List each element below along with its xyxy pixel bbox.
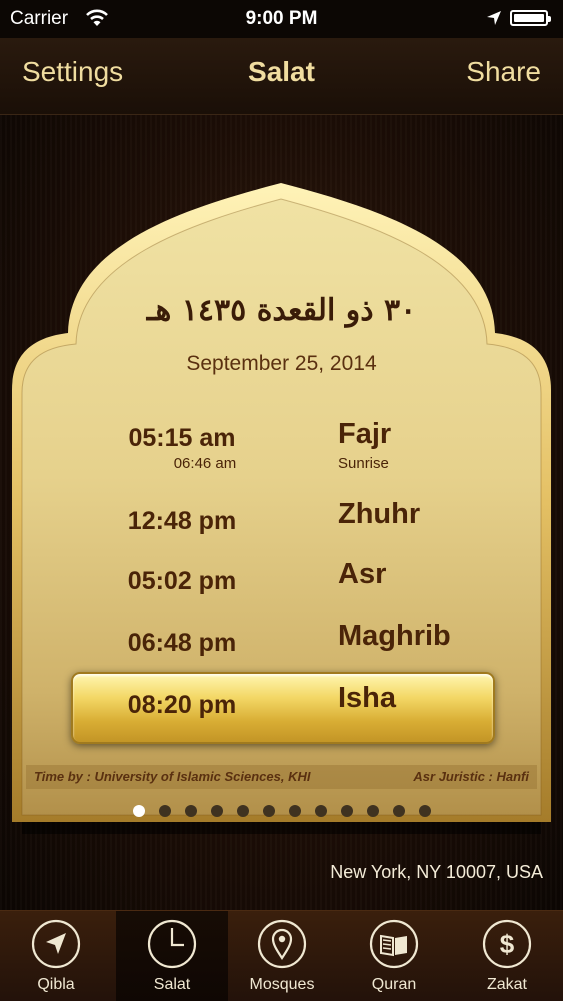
tab-label: Mosques xyxy=(249,976,315,993)
tab-mosques[interactable]: Mosques xyxy=(226,911,338,1001)
page-dot[interactable] xyxy=(418,804,431,817)
page-dot[interactable] xyxy=(158,804,171,817)
prayer-time: 08:20 pm xyxy=(127,691,237,719)
navigation-bar: Settings Salat Share xyxy=(0,38,563,115)
calculation-method: Time by : University of Islamic Sciences… xyxy=(34,769,311,784)
prayer-row-asr: 05:02 pm Asr xyxy=(0,558,563,618)
prayer-name: Fajr xyxy=(338,418,392,450)
prayer-times-content: ٣٠ ذو القعدة ١٤٣٥ هـ September 25, 2014 … xyxy=(0,115,563,910)
tab-salat[interactable]: Salat xyxy=(116,911,228,1001)
prayer-time: 06:48 pm xyxy=(127,629,237,657)
page-dot[interactable] xyxy=(236,804,249,817)
location-label: New York, NY 10007, USA xyxy=(330,862,543,882)
status-bar: Carrier 9:00 PM xyxy=(0,0,563,38)
page-dot[interactable] xyxy=(340,804,353,817)
prayer-row-fajr: 05:15 am Fajr 06:46 am Sunrise xyxy=(0,418,563,478)
sunrise-label: Sunrise xyxy=(338,455,389,472)
page-dot[interactable] xyxy=(210,804,223,817)
book-icon xyxy=(369,919,419,969)
page-dot[interactable] xyxy=(132,804,145,817)
asr-juristic: Asr Juristic : Hanfi xyxy=(413,769,529,784)
prayer-name: Asr xyxy=(338,558,387,590)
prayer-time: 05:15 am xyxy=(128,424,236,452)
page-dot[interactable] xyxy=(288,804,301,817)
tab-label: Salat xyxy=(153,976,191,993)
tab-bar: Qibla Salat Mosques Quran $ Zakat xyxy=(0,910,563,1001)
tab-quran[interactable]: Quran xyxy=(338,911,450,1001)
status-time: 9:00 PM xyxy=(245,8,318,29)
battery-icon xyxy=(510,10,551,26)
page-indicator[interactable] xyxy=(0,802,563,817)
page-dot[interactable] xyxy=(314,804,327,817)
calculation-info: Time by : University of Islamic Sciences… xyxy=(28,766,535,788)
map-pin-icon xyxy=(257,919,307,969)
prayer-name: Zhuhr xyxy=(338,498,421,530)
share-button[interactable]: Share xyxy=(466,56,541,88)
clock-icon xyxy=(147,919,197,969)
page-dot[interactable] xyxy=(184,804,197,817)
tab-label: Zakat xyxy=(486,976,527,993)
compass-arrow-icon xyxy=(31,919,81,969)
page-dot[interactable] xyxy=(262,804,275,817)
dollar-icon: $ xyxy=(482,919,532,969)
tab-label: Quran xyxy=(371,976,417,993)
hijri-date: ٣٠ ذو القعدة ١٤٣٥ هـ xyxy=(146,293,417,328)
prayer-row-zhuhr: 12:48 pm Zhuhr xyxy=(0,498,563,558)
gregorian-date: September 25, 2014 xyxy=(186,352,377,375)
prayer-name: Maghrib xyxy=(338,620,451,652)
settings-button[interactable]: Settings xyxy=(22,56,123,88)
prayer-time: 05:02 pm xyxy=(127,567,237,595)
page-dot[interactable] xyxy=(392,804,405,817)
prayer-name: Isha xyxy=(338,682,397,714)
svg-text:$: $ xyxy=(500,929,515,959)
prayer-time: 12:48 pm xyxy=(127,507,237,535)
tab-qibla[interactable]: Qibla xyxy=(0,911,112,1001)
sunrise-time: 06:46 am xyxy=(173,455,237,472)
tab-zakat[interactable]: $ Zakat xyxy=(451,911,563,1001)
page-dot[interactable] xyxy=(366,804,379,817)
location-arrow-icon xyxy=(486,10,502,32)
tab-label: Qibla xyxy=(37,976,75,993)
prayer-row-isha: 08:20 pm Isha xyxy=(0,682,563,742)
prayer-row-maghrib: 06:48 pm Maghrib xyxy=(0,620,563,680)
